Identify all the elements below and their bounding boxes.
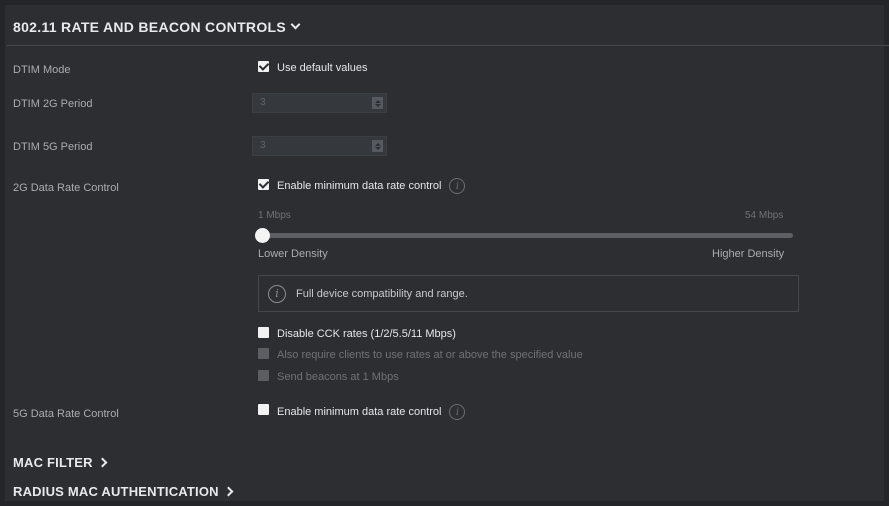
dtim-mode-label: DTIM Mode: [13, 64, 71, 76]
higher-density-label: Higher Density: [712, 248, 785, 260]
5g-min-rate-label: Enable minimum data rate control: [277, 406, 442, 418]
stepper-icon[interactable]: [372, 140, 383, 152]
mac-filter-title: MAC FILTER: [13, 455, 93, 470]
dtim-2g-period-value: 3: [260, 97, 266, 108]
mac-filter-section[interactable]: MAC FILTER: [13, 455, 108, 470]
lower-density-label: Lower Density: [258, 248, 328, 260]
2g-data-rate-label: 2G Data Rate Control: [13, 182, 119, 194]
chevron-right-icon: [223, 486, 234, 497]
require-clients-label: Also require clients to use rates at or …: [277, 349, 583, 361]
radius-mac-auth-title: RADIUS MAC AUTHENTICATION: [13, 484, 219, 499]
chevron-right-icon: [97, 457, 108, 468]
stepper-icon[interactable]: [372, 97, 383, 109]
chevron-down-icon: [290, 19, 301, 30]
2g-min-rate-checkbox[interactable]: [258, 179, 269, 190]
compatibility-info-text: Full device compatibility and range.: [296, 287, 468, 300]
data-rate-slider[interactable]: [258, 233, 793, 238]
dtim-5g-period-value: 3: [260, 140, 266, 151]
use-default-values-checkbox[interactable]: [258, 61, 269, 72]
disable-cck-label: Disable CCK rates (1/2/5.5/11 Mbps): [277, 328, 456, 340]
info-icon[interactable]: i: [449, 178, 466, 194]
send-beacons-label: Send beacons at 1 Mbps: [277, 371, 399, 383]
section-header-rate-beacon[interactable]: 802.11 RATE AND BEACON CONTROLS: [13, 19, 301, 35]
dtim-5g-period-label: DTIM 5G Period: [13, 141, 93, 153]
info-icon[interactable]: i: [449, 404, 466, 420]
dtim-5g-period-input[interactable]: 3: [252, 136, 387, 156]
slider-min-label: 1 Mbps: [258, 210, 291, 221]
compatibility-info-box: i Full device compatibility and range.: [258, 275, 799, 312]
5g-data-rate-label: 5G Data Rate Control: [13, 408, 119, 420]
dtim-2g-period-input[interactable]: 3: [252, 93, 387, 113]
info-icon: i: [268, 284, 286, 303]
5g-min-rate-checkbox[interactable]: [258, 404, 269, 415]
send-beacons-checkbox[interactable]: [258, 370, 269, 381]
require-clients-checkbox[interactable]: [258, 348, 269, 359]
2g-min-rate-label: Enable minimum data rate control: [277, 180, 442, 192]
use-default-values-label: Use default values: [277, 62, 368, 74]
dtim-2g-period-label: DTIM 2G Period: [13, 98, 93, 110]
slider-handle[interactable]: [255, 228, 270, 243]
radius-mac-auth-section[interactable]: RADIUS MAC AUTHENTICATION: [13, 484, 234, 499]
disable-cck-checkbox[interactable]: [258, 327, 269, 338]
slider-max-label: 54 Mbps: [745, 210, 784, 221]
section-title: 802.11 RATE AND BEACON CONTROLS: [13, 19, 287, 35]
divider: [7, 45, 889, 46]
